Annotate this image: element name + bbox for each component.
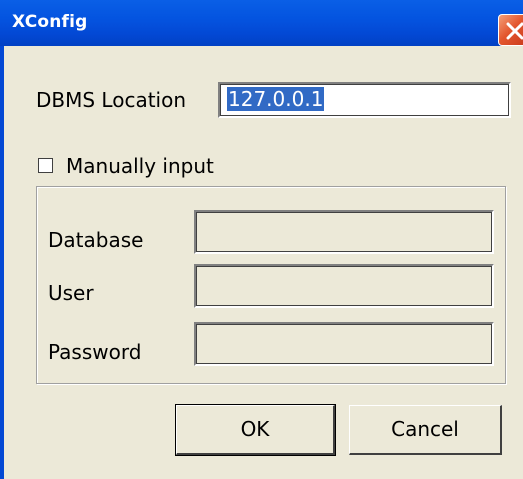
password-input[interactable] xyxy=(194,322,494,366)
close-button[interactable] xyxy=(498,14,523,46)
dbms-location-label: DBMS Location xyxy=(36,88,187,112)
window-border xyxy=(0,46,4,479)
user-label: User xyxy=(48,281,94,305)
window-title: XConfig xyxy=(12,12,88,32)
manually-input-label[interactable]: Manually input xyxy=(66,154,214,178)
close-icon xyxy=(506,22,523,40)
cancel-button[interactable]: Cancel xyxy=(349,405,502,455)
manually-input-checkbox[interactable] xyxy=(38,158,53,173)
ok-button[interactable]: OK xyxy=(175,404,336,456)
user-input[interactable] xyxy=(194,264,494,308)
title-bar[interactable]: XConfig xyxy=(0,0,523,46)
password-label: Password xyxy=(48,340,142,364)
database-input[interactable] xyxy=(194,210,494,254)
dbms-location-value: 127.0.0.1 xyxy=(227,87,325,111)
dbms-location-input[interactable]: 127.0.0.1 xyxy=(218,82,511,118)
database-label: Database xyxy=(48,228,144,252)
xconfig-dialog: XConfig DBMS Location 127.0.0.1 Manually… xyxy=(0,0,523,479)
